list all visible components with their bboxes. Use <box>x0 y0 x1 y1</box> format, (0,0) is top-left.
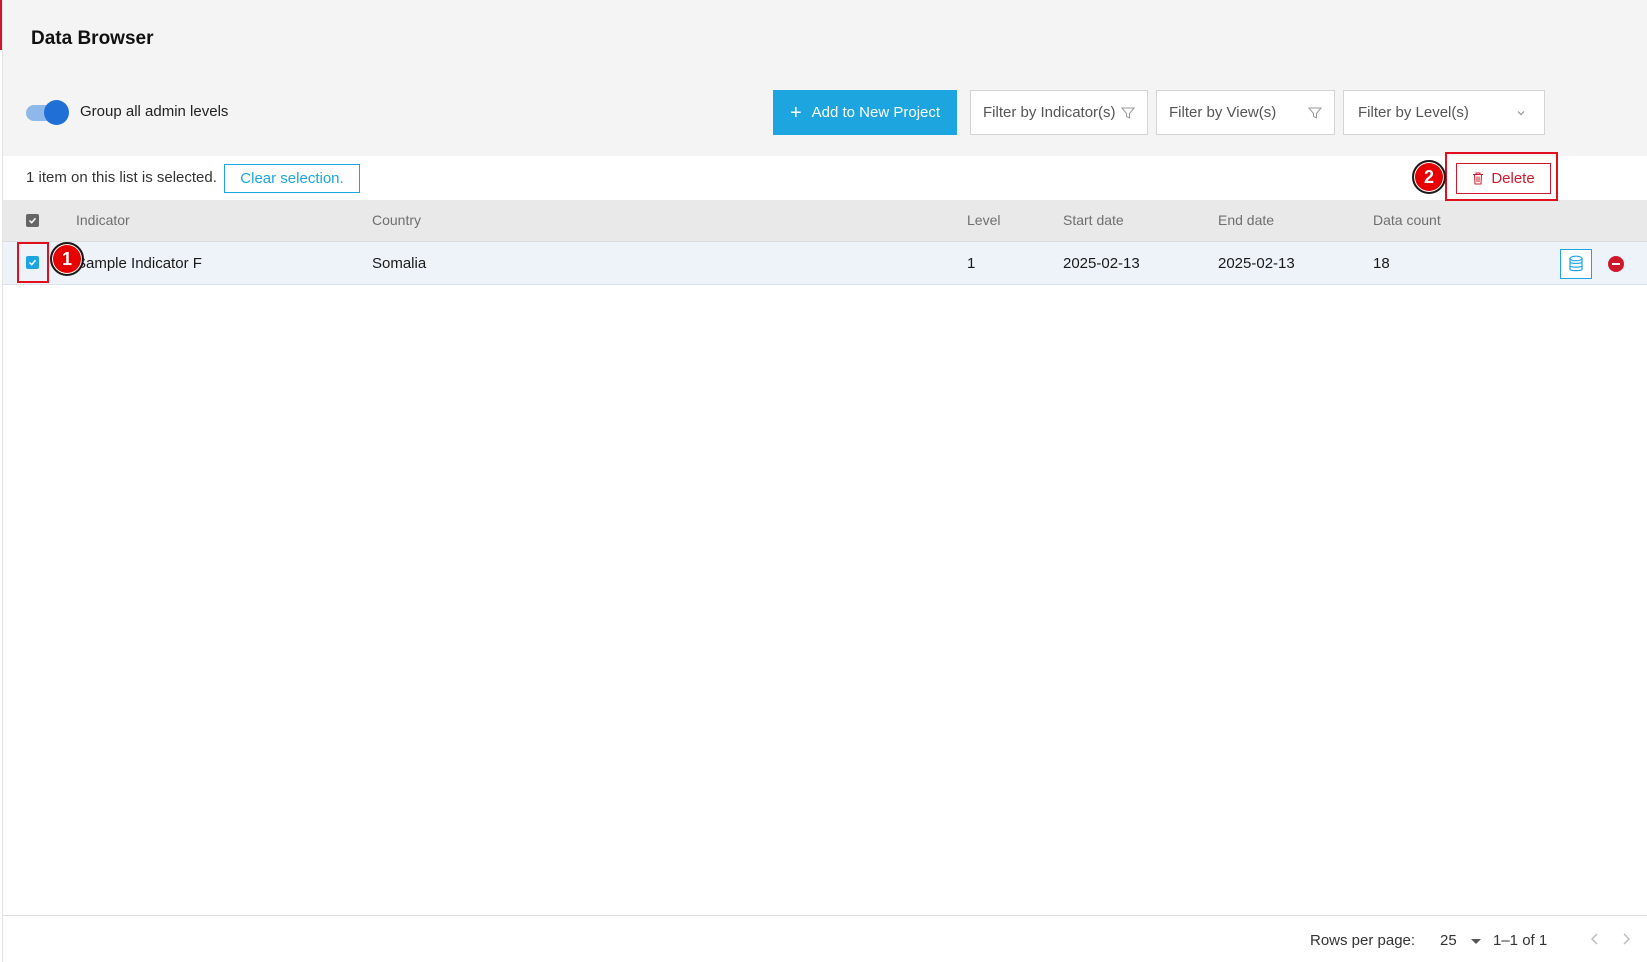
highlight-box-delete <box>1445 152 1558 201</box>
funnel-icon <box>1308 107 1322 119</box>
page: Data Browser Group all admin levels + Ad… <box>0 0 1647 962</box>
cell-indicator: Sample Indicator F <box>76 255 202 272</box>
clear-selection-button[interactable]: Clear selection. <box>224 164 360 193</box>
step-marker-1: 1 <box>50 242 84 276</box>
filter-indicators-placeholder: Filter by Indicator(s) <box>983 104 1116 121</box>
caret-down-icon[interactable] <box>1471 939 1481 944</box>
page-title: Data Browser <box>31 28 154 49</box>
column-header-indicator[interactable]: Indicator <box>76 212 130 228</box>
filter-views-select[interactable]: Filter by View(s) <box>1156 90 1335 135</box>
column-header-level[interactable]: Level <box>967 212 1000 228</box>
rows-per-page-label: Rows per page: <box>1310 932 1416 949</box>
select-all-checkbox[interactable] <box>26 214 39 227</box>
group-admin-levels-toggle[interactable] <box>25 100 69 126</box>
rows-per-page-select[interactable]: 25 <box>1440 932 1457 949</box>
chevron-down-icon <box>1517 110 1525 115</box>
selection-status-text: 1 item on this list is selected. <box>26 169 217 186</box>
cell-start-date: 2025-02-13 <box>1063 255 1140 272</box>
highlight-box-row-checkbox <box>17 242 49 283</box>
chevron-left-icon[interactable] <box>1589 932 1601 946</box>
filter-levels-placeholder: Filter by Level(s) <box>1358 104 1469 121</box>
group-admin-levels-label: Group all admin levels <box>80 103 229 120</box>
add-to-new-project-label: Add to New Project <box>811 104 941 121</box>
cell-end-date: 2025-02-13 <box>1218 255 1295 272</box>
funnel-icon <box>1121 107 1135 119</box>
cell-data-count: 18 <box>1373 255 1390 272</box>
database-icon <box>1569 255 1583 272</box>
column-header-start-date[interactable]: Start date <box>1063 212 1124 228</box>
step-marker-2: 2 <box>1412 160 1446 194</box>
cell-country: Somalia <box>372 255 427 272</box>
pagination-range: 1–1 of 1 <box>1493 932 1548 949</box>
remove-row-icon[interactable] <box>1608 256 1624 272</box>
cell-level: 1 <box>967 255 976 272</box>
check-icon <box>28 217 37 224</box>
plus-icon: + <box>789 101 802 124</box>
chevron-right-icon[interactable] <box>1620 932 1632 946</box>
filter-indicators-select[interactable]: Filter by Indicator(s) <box>970 90 1148 135</box>
column-header-country[interactable]: Country <box>372 212 421 228</box>
filter-views-placeholder: Filter by View(s) <box>1169 104 1277 121</box>
column-header-data-count[interactable]: Data count <box>1373 212 1441 228</box>
add-to-new-project-button[interactable]: + Add to New Project <box>773 90 957 135</box>
table-row[interactable] <box>3 242 1647 285</box>
filter-levels-select[interactable]: Filter by Level(s) <box>1343 90 1545 135</box>
toggle-knob <box>44 100 69 125</box>
view-data-button[interactable] <box>1560 249 1592 279</box>
column-header-end-date[interactable]: End date <box>1218 212 1274 228</box>
